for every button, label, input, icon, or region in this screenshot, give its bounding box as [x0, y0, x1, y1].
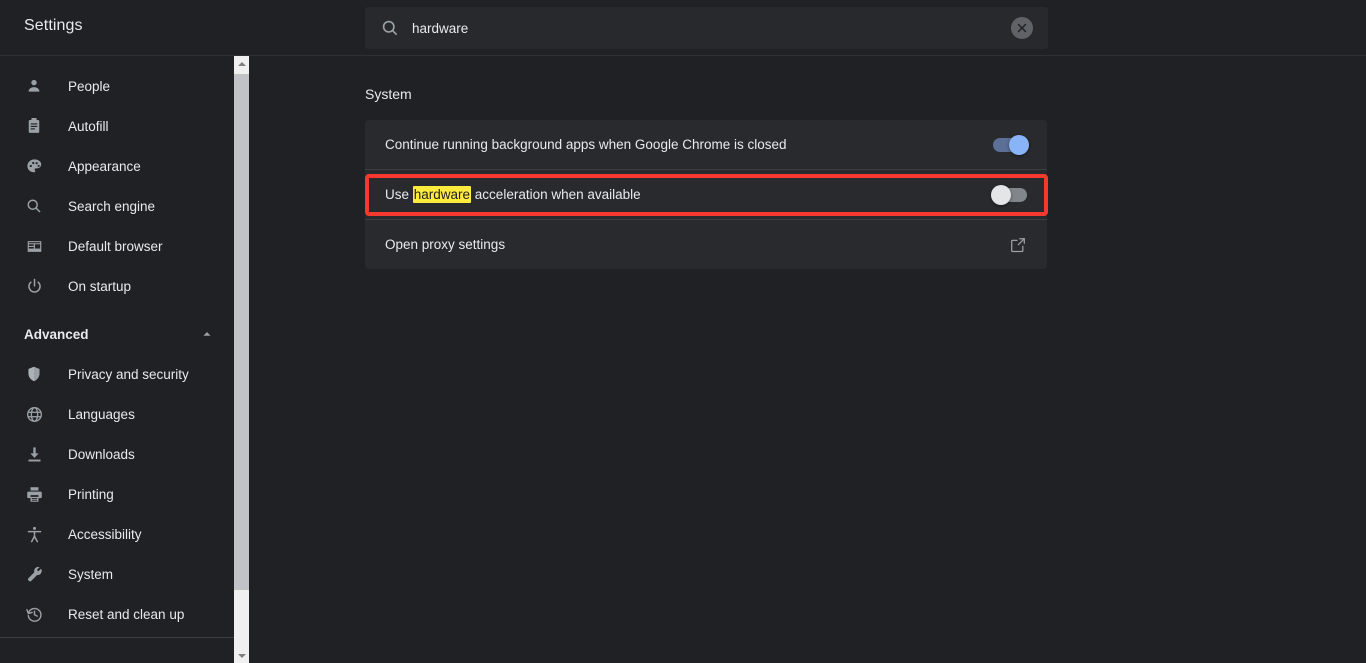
clear-search-button[interactable]: [1011, 17, 1033, 39]
sidebar-item-default-browser[interactable]: Default browser: [0, 226, 234, 266]
sidebar-item-printing[interactable]: Printing: [0, 474, 234, 514]
setting-control: [1009, 236, 1027, 254]
hardware-acceleration-toggle[interactable]: [991, 184, 1027, 205]
triangle-up-icon: [237, 61, 246, 66]
scrollbar-down-button[interactable]: [234, 648, 249, 663]
sidebar-item-languages[interactable]: Languages: [0, 394, 234, 434]
person-icon: [24, 76, 44, 96]
settings-card: Continue running background apps when Go…: [365, 120, 1047, 269]
palette-icon: [24, 156, 44, 176]
sidebar-item-label: Appearance: [68, 158, 141, 174]
sidebar-item-search-engine[interactable]: Search engine: [0, 186, 234, 226]
setting-control: [991, 184, 1027, 205]
sidebar: People Autofill Appearance Search engine…: [0, 56, 234, 663]
sidebar-item-label: System: [68, 566, 114, 582]
sidebar-item-label: Default browser: [68, 238, 163, 254]
setting-label-suffix: acceleration when available: [471, 187, 641, 202]
sidebar-divider: [0, 637, 234, 638]
sidebar-item-label: People: [68, 78, 111, 94]
sidebar-scrollbar[interactable]: [234, 56, 249, 663]
sidebar-item-autofill[interactable]: Autofill: [0, 106, 234, 146]
setting-row-background-apps[interactable]: Continue running background apps when Go…: [365, 120, 1047, 169]
search-icon: [380, 18, 400, 38]
setting-label: Continue running background apps when Go…: [385, 137, 787, 152]
setting-control: [993, 134, 1029, 155]
section-heading-system: System: [365, 86, 412, 102]
search-bar[interactable]: [365, 7, 1048, 49]
sidebar-item-label: Downloads: [68, 446, 135, 462]
shield-icon: [24, 364, 44, 384]
sidebar-item-label: Autofill: [68, 118, 109, 134]
globe-icon: [24, 404, 44, 424]
sidebar-item-label: Printing: [68, 486, 114, 502]
setting-label-prefix: Use: [385, 187, 413, 202]
sidebar-item-label: Search engine: [68, 198, 156, 214]
setting-label: Open proxy settings: [385, 237, 506, 252]
sidebar-item-privacy-and-security[interactable]: Privacy and security: [0, 354, 234, 394]
scrollbar-thumb[interactable]: [234, 74, 249, 590]
main-content: System Continue running background apps …: [249, 56, 1366, 663]
printer-icon: [24, 484, 44, 504]
sidebar-top-spacer: [0, 56, 234, 66]
triangle-down-icon: [237, 653, 246, 658]
sidebar-item-extensions[interactable]: [0, 652, 234, 663]
sidebar-item-reset-and-clean-up[interactable]: Reset and clean up: [0, 594, 234, 634]
close-icon: [1017, 23, 1027, 33]
search-input[interactable]: [412, 20, 990, 36]
sidebar-item-label: Accessibility: [68, 526, 142, 542]
power-icon: [24, 276, 44, 296]
sidebar-item-accessibility[interactable]: Accessibility: [0, 514, 234, 554]
toggle-knob: [1009, 134, 1029, 155]
sidebar-item-label: On startup: [68, 278, 132, 294]
setting-row-open-proxy-settings[interactable]: Open proxy settings: [365, 220, 1047, 269]
setting-label: Use hardware acceleration when available: [385, 186, 641, 203]
chevron-up-icon: [200, 327, 214, 341]
search-input-wrap: [412, 7, 990, 49]
sidebar-item-system[interactable]: System: [0, 554, 234, 594]
sidebar-item-label: Reset and clean up: [68, 606, 185, 622]
toggle-knob: [991, 184, 1011, 205]
scrollbar-up-button[interactable]: [234, 56, 249, 71]
sidebar-section-advanced[interactable]: Advanced: [0, 314, 234, 354]
download-icon: [24, 444, 44, 464]
sidebar-item-downloads[interactable]: Downloads: [0, 434, 234, 474]
sidebar-item-people[interactable]: People: [0, 66, 234, 106]
sidebar-item-appearance[interactable]: Appearance: [0, 146, 234, 186]
history-restore-icon: [24, 604, 44, 624]
search-icon: [24, 196, 44, 216]
page-title: Settings: [24, 17, 83, 34]
setting-row-hardware-acceleration[interactable]: Use hardware acceleration when available: [365, 170, 1047, 219]
clipboard-icon: [24, 116, 44, 136]
sidebar-section-label: Advanced: [24, 326, 89, 342]
wrench-icon: [24, 564, 44, 584]
browser-window-icon: [24, 236, 44, 256]
background-apps-toggle[interactable]: [993, 134, 1029, 155]
external-link-icon[interactable]: [1009, 236, 1027, 254]
top-bar: Settings: [0, 0, 1366, 56]
sidebar-item-on-startup[interactable]: On startup: [0, 266, 234, 306]
search-match-highlight: hardware: [412, 186, 472, 203]
sidebar-item-label: Privacy and security: [68, 366, 189, 382]
sidebar-item-label: Languages: [68, 406, 135, 422]
accessibility-icon: [24, 524, 44, 544]
